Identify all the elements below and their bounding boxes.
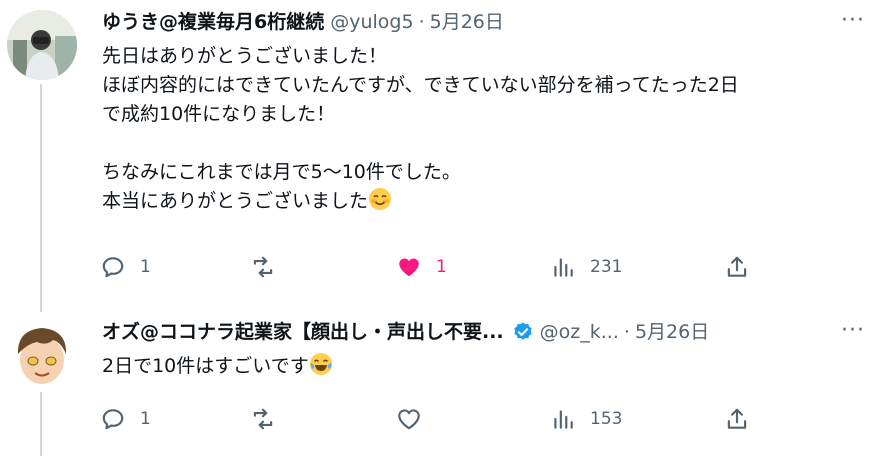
like-count: 1 — [436, 257, 447, 277]
tweet-text-line: 先日はありがとうございました！ — [102, 45, 388, 67]
author-name[interactable]: オズ@ココナラ起業家【顔出し・声出し不要... — [102, 320, 504, 344]
avatar[interactable] — [7, 318, 77, 388]
tweet-text-line-with-emoji: 2日で10件はすごいです — [102, 352, 333, 381]
view-count: 153 — [590, 409, 623, 429]
tweet-text: 先日はありがとうございました！ ほぼ内容的にはできていたんですが、できていない部… — [102, 42, 739, 216]
avatar-illustration-icon — [7, 318, 77, 388]
tweet-text-line-with-emoji: 本当にありがとうございました — [102, 187, 739, 216]
like-button[interactable]: 1 — [396, 252, 447, 282]
avatar-photo-icon — [7, 10, 77, 80]
tweet-text-segment: 2日で10件はすごいです — [102, 355, 309, 377]
tweet-text-line: で成約10件になりました！ — [102, 103, 336, 125]
author-handle[interactable]: @yulog5 — [330, 10, 413, 34]
share-button[interactable] — [724, 252, 750, 282]
heart-icon — [398, 409, 420, 430]
views-button[interactable]: 231 — [550, 252, 622, 282]
views-button[interactable]: 153 — [550, 404, 622, 434]
tweet-text-line: ほぼ内容的にはできていたんですが、できていない部分を補ってたった2日 — [102, 74, 739, 96]
author-name[interactable]: ゆうき@複業毎月6桁継続 — [102, 10, 324, 34]
retweet-button[interactable] — [250, 252, 290, 282]
share-icon — [727, 408, 747, 429]
reply-button[interactable]: 1 — [100, 252, 151, 282]
author-handle[interactable]: @oz_k... — [540, 320, 619, 344]
more-options-icon[interactable]: ··· — [841, 8, 865, 33]
tweet-text-line: ちなみにこれまでは月で5〜10件でした。 — [102, 161, 461, 183]
heart-filled-icon — [399, 258, 419, 277]
analytics-icon — [554, 258, 573, 277]
reply-count: 1 — [140, 257, 151, 277]
reply-count: 1 — [140, 409, 151, 429]
reply-icon — [102, 409, 124, 430]
like-button[interactable] — [396, 404, 436, 434]
tweet-text: 2日で10件はすごいです — [102, 352, 333, 381]
retweet-button[interactable] — [250, 404, 290, 434]
analytics-icon — [554, 410, 573, 429]
tweet-date[interactable]: 5月26日 — [430, 10, 504, 34]
thread-line-bottom — [40, 392, 42, 456]
reply-icon — [102, 257, 124, 278]
share-button[interactable] — [724, 404, 750, 434]
tweet-date[interactable]: 5月26日 — [635, 320, 709, 344]
reply-button[interactable]: 1 — [100, 404, 151, 434]
more-options-icon[interactable]: ··· — [841, 318, 865, 343]
smiling-face-emoji — [369, 188, 392, 210]
joy-tears-emoji — [309, 353, 332, 375]
retweet-icon — [253, 256, 273, 278]
tweet-header: オズ@ココナラ起業家【顔出し・声出し不要... @oz_k... · 5月26日 — [102, 320, 709, 344]
view-count: 231 — [590, 257, 623, 277]
separator: · — [418, 11, 425, 33]
tweet-text-segment: 本当にありがとうございました — [102, 190, 369, 212]
verified-badge-icon — [513, 322, 532, 340]
share-icon — [727, 256, 747, 277]
thread-line-top — [40, 84, 42, 312]
tweet-header: ゆうき@複業毎月6桁継続 @yulog5 · 5月26日 — [102, 10, 504, 34]
retweet-icon — [253, 408, 273, 430]
separator: · — [623, 321, 630, 343]
avatar[interactable] — [7, 10, 77, 80]
